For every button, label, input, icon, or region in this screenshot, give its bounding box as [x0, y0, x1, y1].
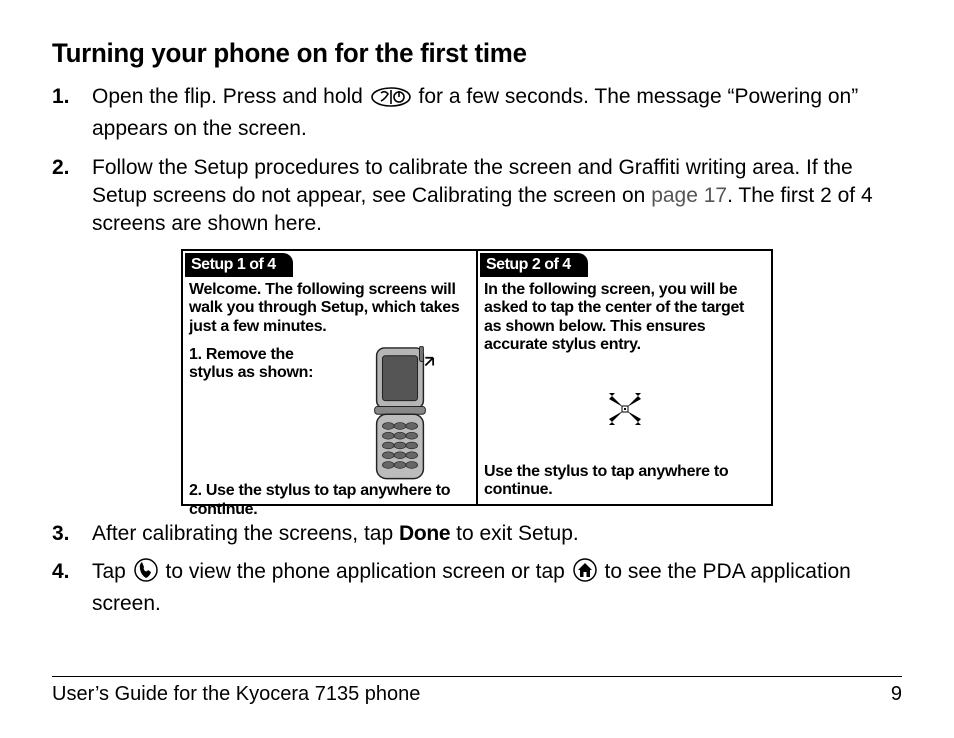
step-2: 2. Follow the Setup procedures to calibr…	[52, 154, 902, 239]
screen-intro-text: Welcome. The following screens will walk…	[189, 281, 470, 336]
step-number: 4.	[52, 558, 92, 619]
screen-title: Setup 1 of 4	[185, 253, 293, 277]
step-number: 1.	[52, 83, 92, 144]
setup-screen-2: Setup 2 of 4 In the following screen, yo…	[478, 251, 771, 504]
step-number: 3.	[52, 520, 92, 548]
step-body: After calibrating the screens, tap Done …	[92, 520, 902, 548]
steps-list: 1. Open the flip. Press and hold for a f…	[52, 83, 902, 239]
footer-title: User’s Guide for the Kyocera 7135 phone	[52, 683, 420, 706]
phone-app-icon	[134, 558, 158, 590]
setup-screen-1: Setup 1 of 4 Welcome. The following scre…	[183, 251, 478, 504]
text: to view the phone application screen or …	[166, 560, 571, 583]
step-body: Follow the Setup procedures to calibrate…	[92, 154, 902, 239]
section-heading: Turning your phone on for the first time	[52, 38, 868, 69]
step-number: 2.	[52, 154, 92, 239]
calibration-target-icon	[484, 354, 765, 463]
step-3: 3. After calibrating the screens, tap Do…	[52, 520, 902, 548]
step-body: Open the flip. Press and hold for a few …	[92, 83, 902, 144]
step-body: Tap to view the phone application screen…	[92, 558, 902, 619]
text: After calibrating the screens, tap	[92, 522, 399, 545]
screen-title: Setup 2 of 4	[480, 253, 588, 277]
screen-step-text: 1. Remove the stylus as shown:	[189, 346, 324, 383]
page-footer: User’s Guide for the Kyocera 7135 phone …	[52, 676, 902, 706]
flip-phone-illustration	[330, 346, 470, 483]
screen-step-text: 2. Use the stylus to tap anywhere to con…	[189, 482, 470, 519]
step-4: 4. Tap to view the phone application scr…	[52, 558, 902, 619]
step-1: 1. Open the flip. Press and hold for a f…	[52, 83, 902, 144]
done-label: Done	[399, 522, 450, 545]
setup-screenshots: Setup 1 of 4 Welcome. The following scre…	[181, 249, 773, 506]
text: Tap	[92, 560, 132, 583]
footer-divider	[52, 676, 902, 677]
power-button-icon	[371, 87, 411, 115]
home-app-icon	[573, 558, 597, 590]
steps-list-continued: 3. After calibrating the screens, tap Do…	[52, 520, 902, 619]
page-number: 9	[891, 683, 902, 706]
text: Open the flip. Press and hold	[92, 85, 369, 108]
screen-intro-text: In the following screen, you will be ask…	[484, 281, 765, 355]
text: to exit Setup.	[450, 522, 578, 545]
page-reference: page 17	[651, 184, 727, 207]
screen-bottom-text: Use the stylus to tap anywhere to contin…	[484, 463, 765, 500]
